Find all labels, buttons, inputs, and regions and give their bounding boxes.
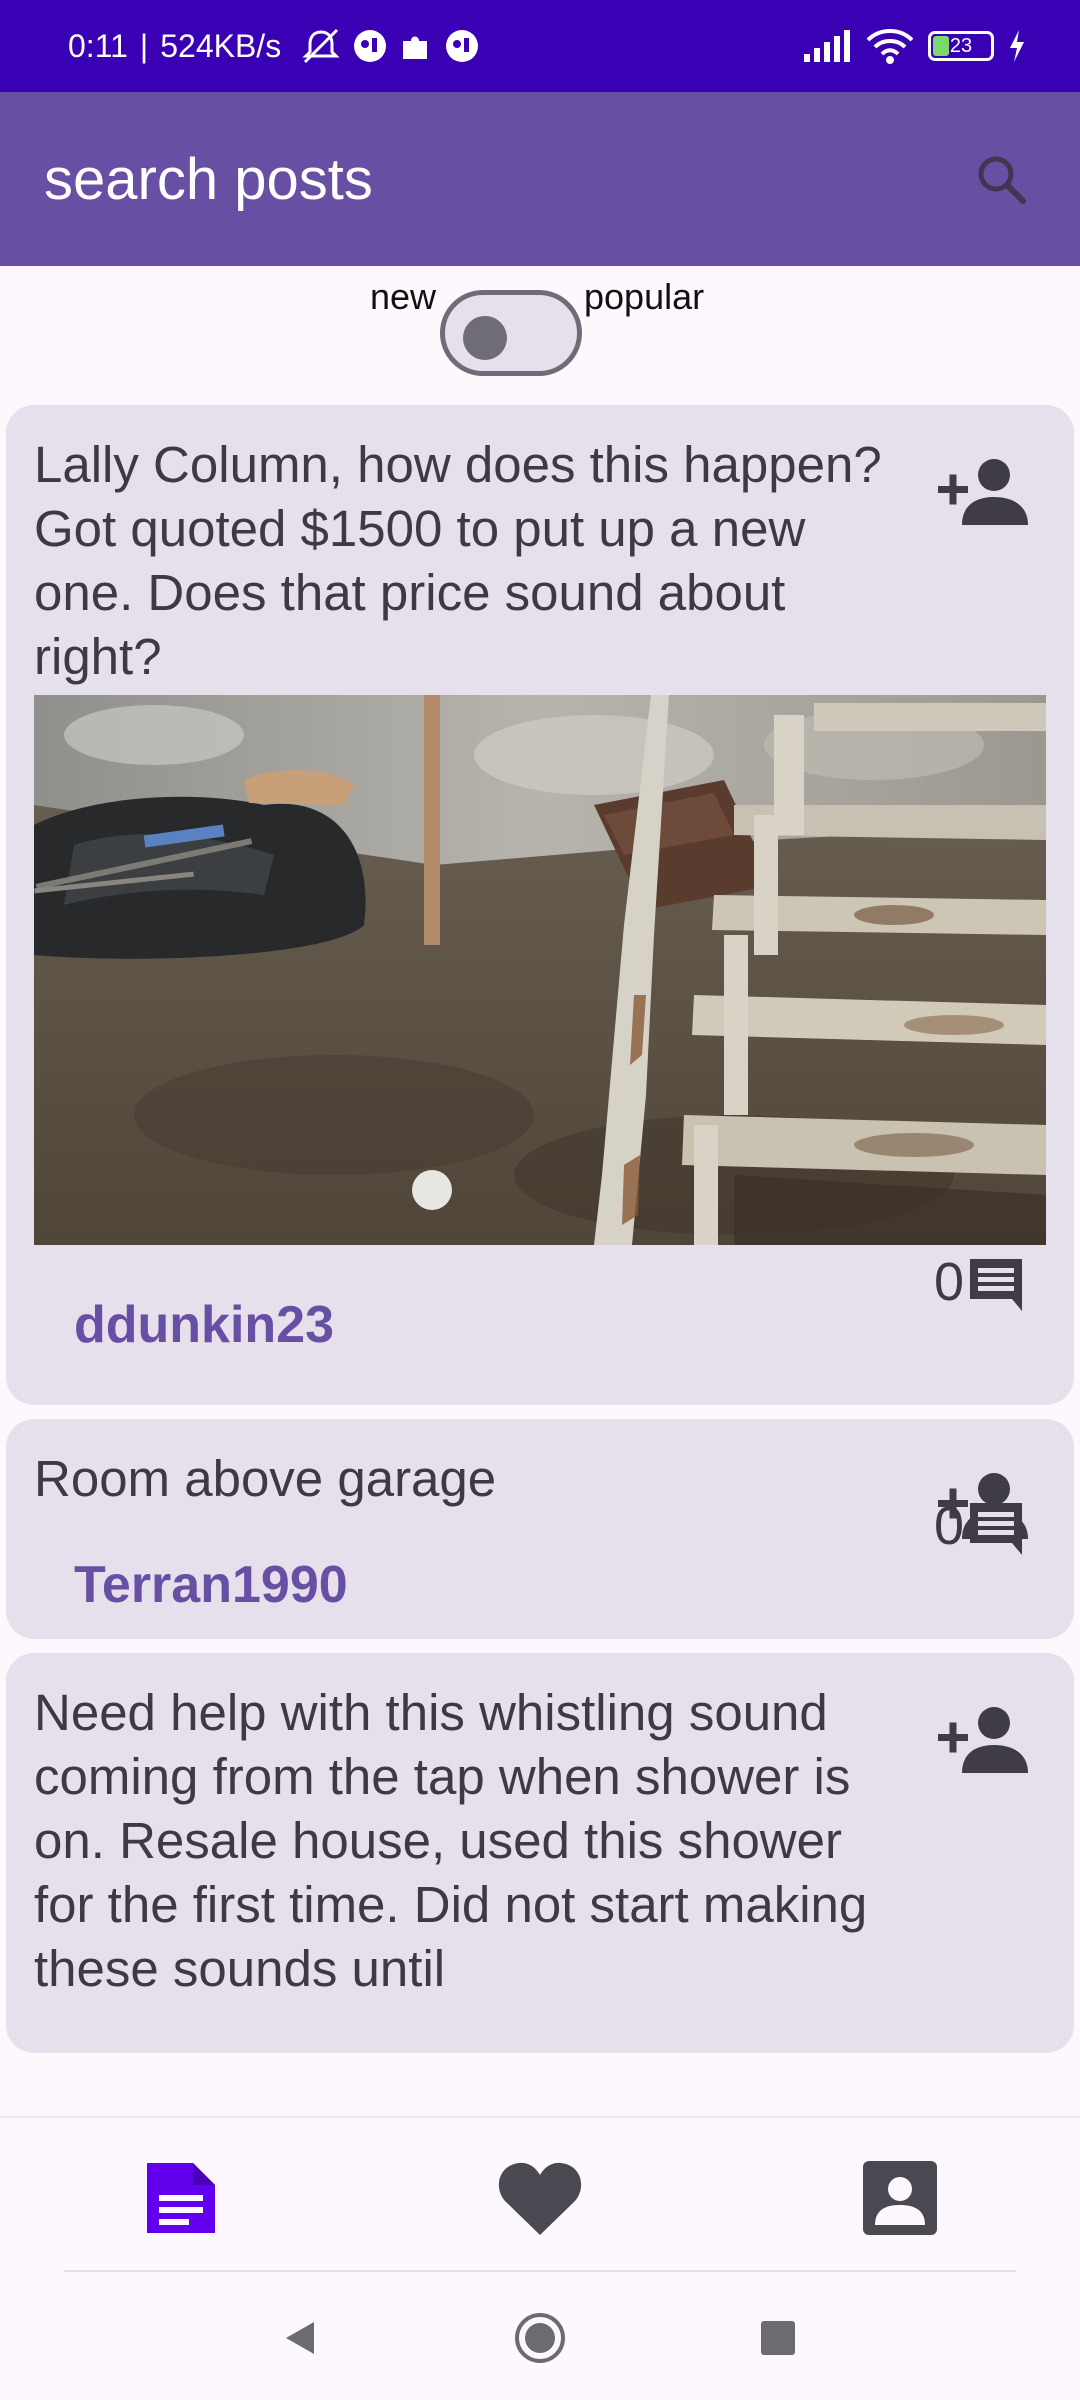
comment-icon [970, 1259, 1022, 1311]
person-add-icon [938, 459, 1028, 525]
post-title: Lally Column, how does this happen? Got … [34, 436, 882, 685]
status-right: 23 [804, 28, 1026, 64]
post-card[interactable]: Need help with this whistling sound comi… [6, 1653, 1074, 2053]
battery-fill [933, 36, 949, 56]
status-separator: | [139, 27, 149, 64]
profile-icon [863, 2161, 937, 2235]
system-back-button[interactable] [270, 2308, 330, 2368]
bottom-navigation [0, 2116, 1080, 2272]
app-icon [446, 30, 479, 62]
toggle-label-new: new [370, 276, 437, 317]
post-title: Need help with this whistling sound comi… [34, 1684, 868, 1997]
notification-icons [301, 28, 479, 64]
charging-icon [1010, 30, 1024, 62]
status-bar: 0:11 | 524KB/s 23 [0, 0, 1080, 92]
comment-count: 0 [933, 1252, 964, 1312]
post-card[interactable]: Room above garage 0 Terran1990 [6, 1419, 1074, 1639]
home-icon [515, 2313, 565, 2363]
basement-photo [34, 695, 1046, 1245]
mute-icon [302, 28, 340, 64]
back-icon [286, 2322, 314, 2354]
comment-icon [970, 1503, 1022, 1555]
toggle-label-popular: popular [584, 276, 705, 317]
post-title: Room above garage [34, 1450, 497, 1507]
posts-icon [147, 2163, 215, 2233]
comment-button[interactable]: 0 [934, 1251, 1026, 1313]
status-left: 0:11 | 524KB/s [68, 28, 479, 65]
signal-icon [804, 30, 850, 62]
battery-level: 23 [949, 34, 973, 57]
follow-user-button[interactable] [934, 1703, 1034, 1775]
comment-button[interactable]: 0 [934, 1495, 1026, 1557]
sort-toggle-row: new popular [0, 266, 1080, 396]
heart-icon [498, 2162, 582, 2235]
post-image[interactable] [34, 695, 1046, 1245]
search-button[interactable] [966, 144, 1036, 214]
nav-profile-tab[interactable] [850, 2148, 950, 2248]
post-footer: 0 Terran1990 [34, 1496, 1046, 1639]
sort-toggle-switch[interactable] [440, 290, 582, 376]
battery-icon: 23 [928, 31, 994, 61]
comment-count: 0 [933, 1496, 964, 1556]
system-navigation [0, 2272, 1080, 2400]
nav-posts-tab[interactable] [130, 2148, 230, 2248]
recents-icon [761, 2321, 795, 2355]
toggle-knob [463, 316, 507, 360]
system-recents-button[interactable] [748, 2308, 808, 2368]
post-footer: 0 ddunkin23 [34, 1245, 1046, 1405]
puzzle-icon [403, 36, 428, 59]
search-input[interactable]: search posts [44, 146, 373, 213]
status-time: 0:11 [68, 27, 128, 64]
post-username[interactable]: ddunkin23 [74, 1295, 334, 1355]
app-bar: search posts [0, 92, 1080, 266]
post-username[interactable]: Terran1990 [74, 1555, 348, 1615]
post-card[interactable]: Lally Column, how does this happen? Got … [6, 405, 1074, 1405]
wifi-icon [866, 29, 914, 64]
person-add-icon [938, 1707, 1028, 1773]
network-speed: 524KB/s [160, 27, 282, 64]
system-home-button[interactable] [510, 2308, 570, 2368]
search-icon [978, 156, 1026, 204]
posts-feed: Lally Column, how does this happen? Got … [6, 405, 1074, 2067]
follow-user-button[interactable] [934, 455, 1034, 527]
app-icon [354, 30, 387, 62]
nav-likes-tab[interactable] [490, 2148, 590, 2248]
